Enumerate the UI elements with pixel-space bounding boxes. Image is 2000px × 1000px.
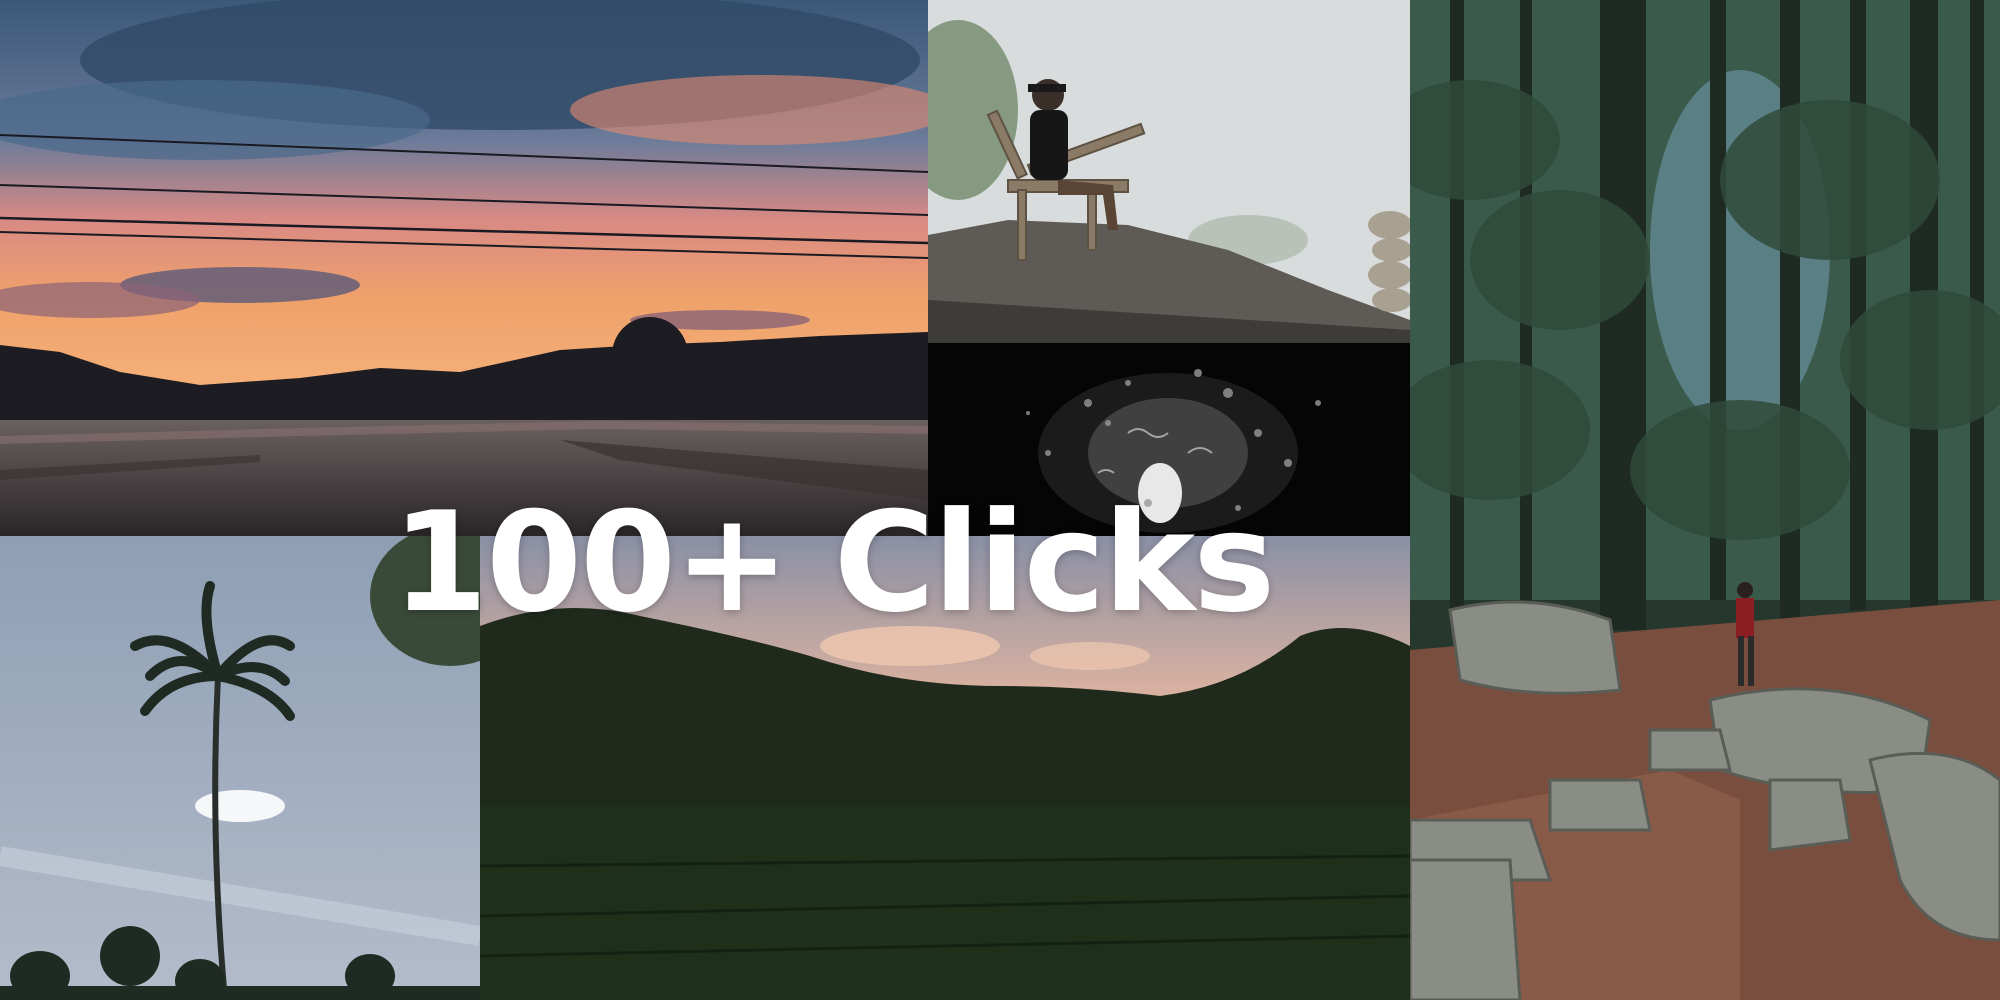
photo-pine-forest xyxy=(1410,0,2000,1000)
photo-bench-fog xyxy=(928,0,1410,343)
photo-sunset-river xyxy=(0,0,928,536)
headline-title: 100+ Clicks xyxy=(392,482,1275,643)
